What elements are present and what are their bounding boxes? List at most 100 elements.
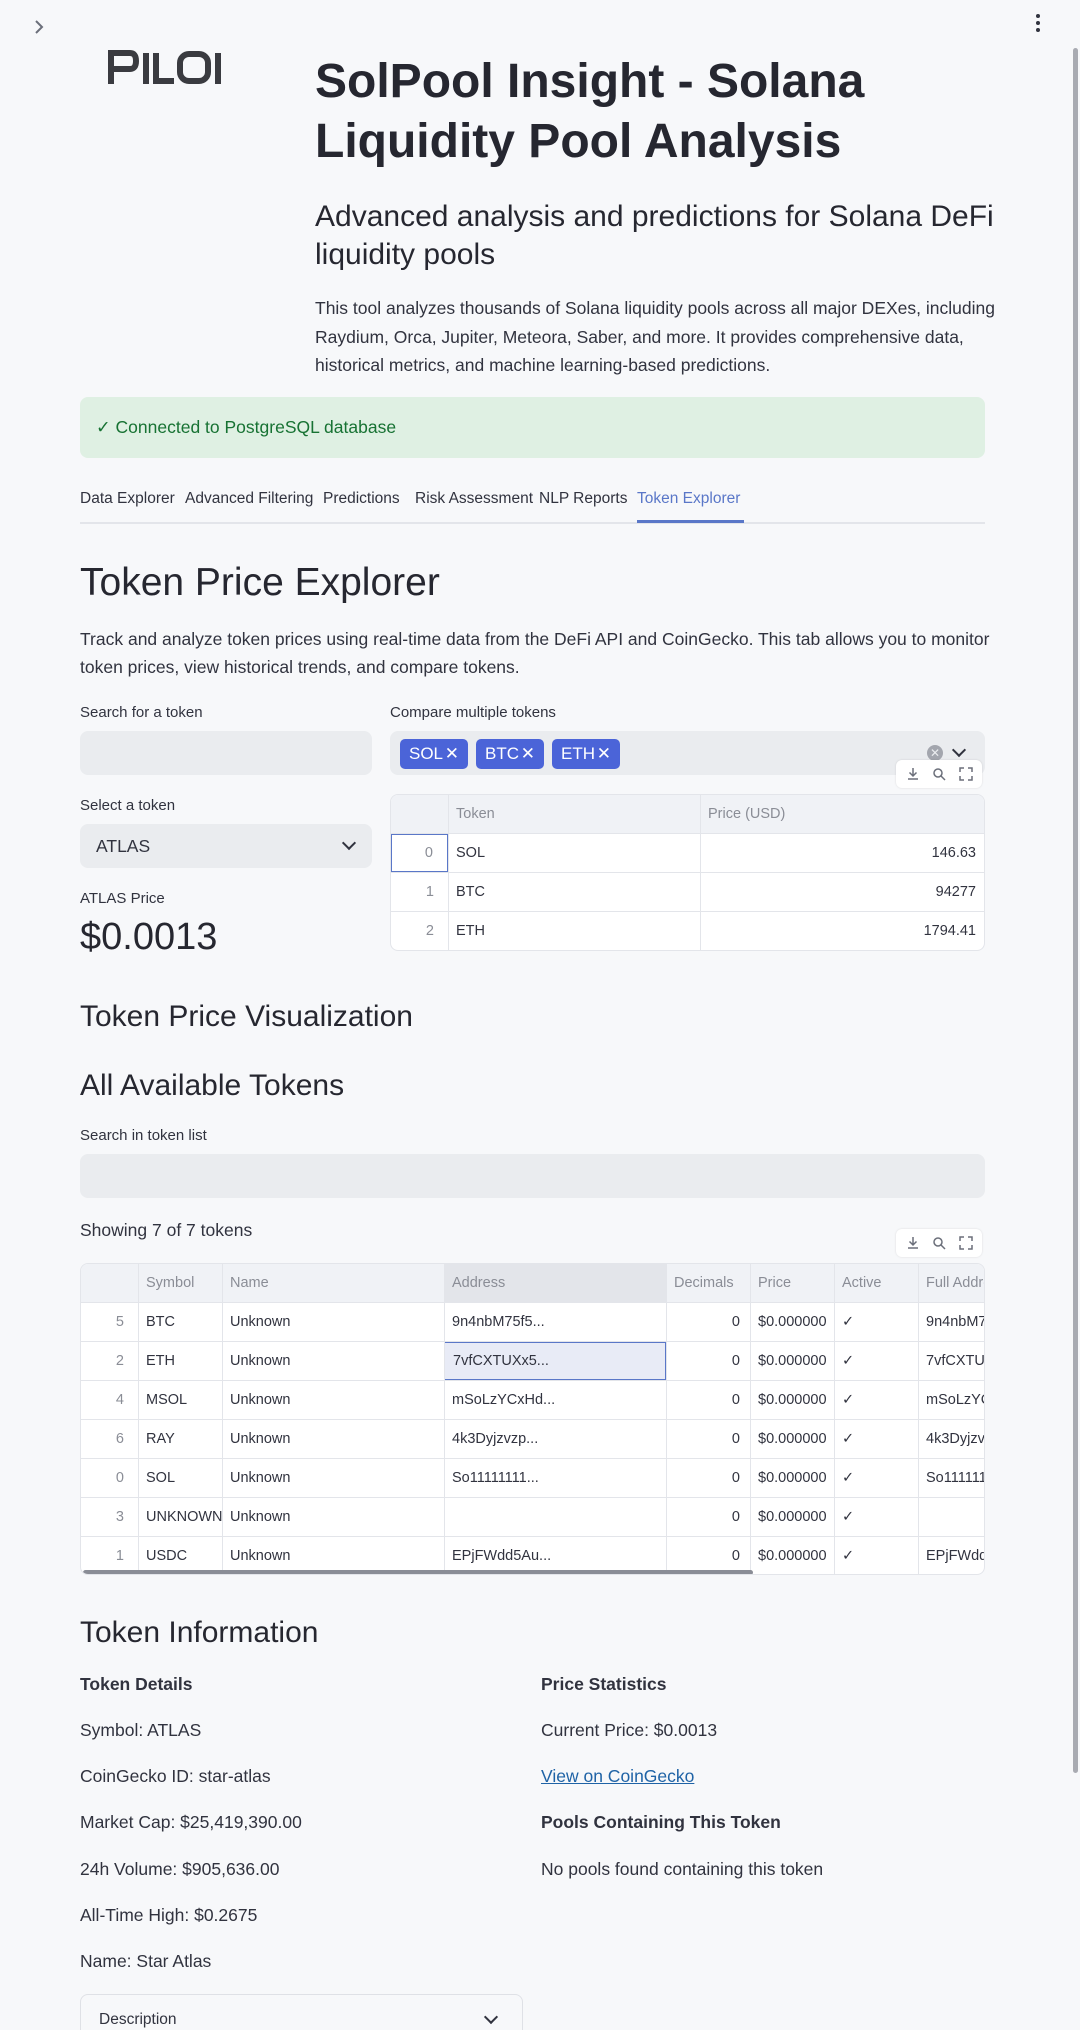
table-cell[interactable]: $0.000000: [750, 1303, 834, 1341]
row-index[interactable]: 0: [391, 834, 448, 872]
table-cell[interactable]: 1794.41: [700, 912, 984, 950]
search-icon[interactable]: [931, 1235, 947, 1251]
tab-data-explorer[interactable]: Data Explorer: [80, 488, 175, 510]
tab-advanced-filtering[interactable]: Advanced Filtering: [185, 488, 313, 510]
fullscreen-icon[interactable]: [958, 1235, 974, 1251]
row-index[interactable]: 4: [81, 1381, 138, 1419]
table-cell[interactable]: $0.000000: [750, 1498, 834, 1536]
table-cell[interactable]: 0: [666, 1342, 750, 1380]
table-cell[interactable]: Unknown: [222, 1381, 444, 1419]
table-cell[interactable]: Unknown: [222, 1303, 444, 1341]
table-cell[interactable]: [444, 1498, 666, 1536]
table-cell[interactable]: ✓: [834, 1498, 918, 1536]
table-cell[interactable]: 7vfCXTUX: [918, 1342, 984, 1380]
table-header[interactable]: Decimals: [666, 1264, 750, 1302]
table-cell[interactable]: ETH: [448, 912, 700, 950]
table-cell[interactable]: $0.000000: [750, 1342, 834, 1380]
table-header[interactable]: Active: [834, 1264, 918, 1302]
tokens-table[interactable]: Symbol Name Address Decimals Price Activ…: [80, 1263, 985, 1575]
table-cell[interactable]: BTC: [138, 1303, 222, 1341]
row-index[interactable]: 2: [81, 1342, 138, 1380]
table-cell[interactable]: $0.000000: [750, 1420, 834, 1458]
table-header[interactable]: Price: [750, 1264, 834, 1302]
row-index[interactable]: 2: [391, 912, 448, 950]
table-cell[interactable]: 0: [666, 1498, 750, 1536]
table-header[interactable]: Token: [448, 795, 700, 833]
table-cell[interactable]: $0.000000: [750, 1459, 834, 1497]
download-icon[interactable]: [905, 1235, 921, 1251]
table-cell[interactable]: 0: [666, 1459, 750, 1497]
table-cell[interactable]: UNKNOWN: [138, 1498, 222, 1536]
table-cell[interactable]: BTC: [448, 873, 700, 911]
table-cell[interactable]: 9n4nbM7: [918, 1303, 984, 1341]
download-icon[interactable]: [905, 766, 921, 782]
table-cell[interactable]: $0.000000: [750, 1381, 834, 1419]
tab-predictions[interactable]: Predictions: [323, 488, 400, 510]
page-scrollbar[interactable]: [1073, 48, 1078, 1773]
token-select[interactable]: ATLAS: [80, 824, 372, 868]
table-cell[interactable]: 4k3Dyjzvzp...: [444, 1420, 666, 1458]
token-search-input[interactable]: [80, 731, 372, 775]
table-header[interactable]: Price (USD): [700, 795, 984, 833]
clear-all-icon[interactable]: ✕: [927, 745, 943, 761]
fullscreen-icon[interactable]: [958, 766, 974, 782]
row-index[interactable]: 1: [391, 873, 448, 911]
row-index[interactable]: 0: [81, 1459, 138, 1497]
chip-sol[interactable]: SOL ✕: [400, 739, 468, 769]
table-cell[interactable]: Unknown: [222, 1342, 444, 1380]
tab-risk-assessment[interactable]: Risk Assessment: [415, 488, 533, 510]
table-cell[interactable]: mSoLzYCxHd...: [444, 1381, 666, 1419]
table-cell[interactable]: 94277: [700, 873, 984, 911]
table-cell[interactable]: EPjFWdd5: [918, 1537, 984, 1574]
table-cell[interactable]: $0.000000: [750, 1537, 834, 1574]
table-cell[interactable]: 0: [666, 1420, 750, 1458]
table-cell[interactable]: Unknown: [222, 1420, 444, 1458]
horizontal-scrollbar[interactable]: [83, 1570, 753, 1574]
table-cell[interactable]: SOL: [138, 1459, 222, 1497]
table-cell[interactable]: 4k3Dyjzvz: [918, 1420, 984, 1458]
table-cell[interactable]: Unknown: [222, 1459, 444, 1497]
tab-nlp-reports[interactable]: NLP Reports: [539, 488, 627, 510]
table-cell[interactable]: ✓: [834, 1537, 918, 1574]
row-index[interactable]: 5: [81, 1303, 138, 1341]
table-header[interactable]: Address: [444, 1264, 666, 1302]
table-cell[interactable]: MSOL: [138, 1381, 222, 1419]
chip-eth[interactable]: ETH ✕: [552, 739, 620, 769]
table-cell[interactable]: So11111111...: [444, 1459, 666, 1497]
table-cell[interactable]: ✓: [834, 1459, 918, 1497]
tab-token-explorer[interactable]: Token Explorer: [637, 488, 740, 510]
remove-icon[interactable]: ✕: [521, 739, 535, 769]
description-expander[interactable]: Description: [80, 1994, 523, 2030]
table-cell[interactable]: ✓: [834, 1303, 918, 1341]
table-cell[interactable]: ✓: [834, 1420, 918, 1458]
table-cell[interactable]: ✓: [834, 1381, 918, 1419]
table-header[interactable]: Full Addre: [918, 1264, 984, 1302]
search-icon[interactable]: [931, 766, 947, 782]
remove-icon[interactable]: ✕: [597, 739, 611, 769]
table-cell[interactable]: 146.63: [700, 834, 984, 872]
table-cell[interactable]: ✓: [834, 1342, 918, 1380]
table-cell[interactable]: 7vfCXTUXx5...: [444, 1342, 666, 1380]
table-cell[interactable]: [918, 1498, 984, 1536]
table-cell[interactable]: 0: [666, 1381, 750, 1419]
table-cell[interactable]: 0: [666, 1303, 750, 1341]
chip-btc[interactable]: BTC ✕: [476, 739, 544, 769]
main-menu-icon[interactable]: [1030, 12, 1046, 36]
table-cell[interactable]: SOL: [448, 834, 700, 872]
remove-icon[interactable]: ✕: [445, 739, 459, 769]
token-list-search-input[interactable]: [80, 1154, 985, 1198]
table-cell[interactable]: RAY: [138, 1420, 222, 1458]
row-index[interactable]: 3: [81, 1498, 138, 1536]
sidebar-expand-icon[interactable]: [28, 16, 50, 38]
chevron-down-icon[interactable]: [951, 742, 967, 758]
coingecko-link[interactable]: View on CoinGecko: [541, 1763, 694, 1789]
row-index[interactable]: 6: [81, 1420, 138, 1458]
table-header[interactable]: Name: [222, 1264, 444, 1302]
table-cell[interactable]: mSoLzYC: [918, 1381, 984, 1419]
table-cell[interactable]: 9n4nbM75f5...: [444, 1303, 666, 1341]
compare-table[interactable]: Token Price (USD) 0 SOL 146.63 1 BTC 942…: [390, 794, 985, 951]
table-cell[interactable]: Unknown: [222, 1498, 444, 1536]
table-cell[interactable]: ETH: [138, 1342, 222, 1380]
table-header[interactable]: Symbol: [138, 1264, 222, 1302]
table-cell[interactable]: So111111: [918, 1459, 984, 1497]
